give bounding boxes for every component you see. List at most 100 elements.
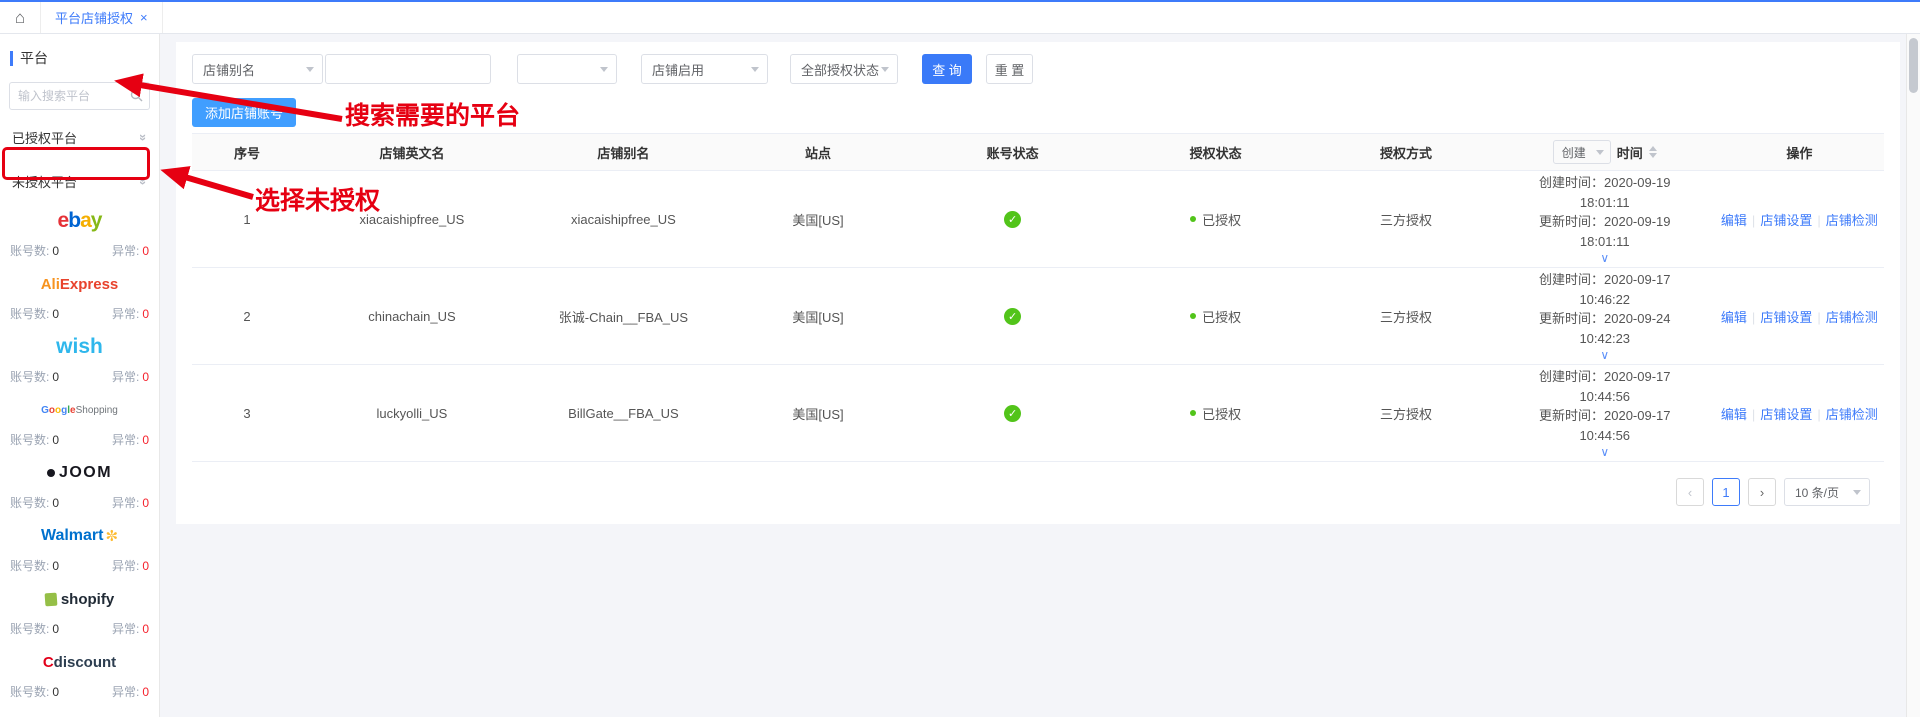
status-dot-icon bbox=[1190, 410, 1196, 416]
keyword-input[interactable] bbox=[325, 54, 491, 84]
expand-chevron-icon[interactable]: ∨ bbox=[1495, 348, 1715, 362]
cdiscount-logo: Cdiscount bbox=[0, 643, 159, 681]
store-table: 序号 店铺英文名 店铺别名 站点 账号状态 授权状态 授权方式 创建 时间 操作 bbox=[192, 133, 1884, 462]
platform-search-input[interactable] bbox=[9, 82, 150, 110]
platform-list: ebay 账号数:0 异常:0 AliExpress 账号数:0 异常:0 wi… bbox=[0, 202, 159, 717]
time-cell: 创建时间：2020-09-17 10:46:22 更新时间：2020-09-24… bbox=[1495, 270, 1715, 362]
tab-bar: ⌂ 平台店铺授权 × bbox=[0, 0, 1920, 34]
store-settings-link[interactable]: 店铺设置 bbox=[1760, 213, 1812, 228]
aliexpress-logo: AliExpress bbox=[0, 265, 159, 303]
prev-page-button[interactable]: ‹ bbox=[1676, 478, 1704, 506]
platform-stats: 账号数:0 异常:0 bbox=[0, 681, 159, 701]
table-header: 序号 店铺英文名 店铺别名 站点 账号状态 授权状态 授权方式 创建 时间 操作 bbox=[192, 133, 1884, 171]
tab-close-icon[interactable]: × bbox=[140, 10, 148, 25]
time-cell: 创建时间：2020-09-19 18:01:11 更新时间：2020-09-19… bbox=[1495, 173, 1715, 265]
accounts-count: 账号数:0 bbox=[10, 431, 59, 448]
row-actions: 编辑|店铺设置|店铺检测 bbox=[1715, 307, 1884, 326]
auth-type: 三方授权 bbox=[1317, 210, 1495, 229]
platform-stats: 账号数:0 异常:0 bbox=[0, 303, 159, 323]
errors-count: 异常:0 bbox=[112, 683, 149, 700]
joom-mark-icon bbox=[47, 469, 55, 477]
sort-icon[interactable] bbox=[1649, 146, 1657, 158]
store-settings-link[interactable]: 店铺设置 bbox=[1760, 407, 1812, 422]
accounts-count: 账号数:0 bbox=[10, 494, 59, 511]
add-store-account-button[interactable]: 添加店铺账号 bbox=[192, 98, 296, 127]
chevron-down-icon bbox=[1853, 490, 1861, 495]
next-page-button[interactable]: › bbox=[1748, 478, 1776, 506]
store-en-name: chinachain_US bbox=[302, 309, 522, 324]
platform-item-ebay[interactable]: ebay 账号数:0 异常:0 bbox=[0, 202, 159, 265]
unlabeled-select[interactable] bbox=[517, 54, 617, 84]
store-alias-select[interactable]: 店铺别名 bbox=[192, 54, 323, 84]
double-chevron-icon: » bbox=[136, 133, 151, 140]
sidebar-item-unauthorized-platforms[interactable]: 未授权平台 » bbox=[0, 164, 159, 198]
search-icon bbox=[130, 89, 143, 102]
auth-status-select[interactable]: 全部授权状态 bbox=[790, 54, 898, 84]
store-enabled-select[interactable]: 店铺启用 bbox=[641, 54, 768, 84]
table-row: 2 chinachain_US 张诚-Chain__FBA_US 美国[US] … bbox=[192, 268, 1884, 365]
row-actions: 编辑|店铺设置|店铺检测 bbox=[1715, 210, 1884, 229]
platform-item-joom[interactable]: JOOM 账号数:0 异常:0 bbox=[0, 454, 159, 517]
platform-item-walmart[interactable]: Walmart ✼ 账号数:0 异常:0 bbox=[0, 517, 159, 580]
ebay-logo: ebay bbox=[0, 202, 159, 240]
accounts-count: 账号数:0 bbox=[10, 557, 59, 574]
tab-platform-store-auth[interactable]: 平台店铺授权 × bbox=[40, 2, 163, 33]
walmart-logo: Walmart ✼ bbox=[0, 517, 159, 555]
time-type-select[interactable]: 创建 bbox=[1553, 140, 1611, 164]
expand-chevron-icon[interactable]: ∨ bbox=[1495, 251, 1715, 265]
chevron-down-icon bbox=[306, 67, 314, 72]
errors-count: 异常:0 bbox=[112, 557, 149, 574]
accounts-count: 账号数:0 bbox=[10, 242, 59, 259]
time-cell: 创建时间：2020-09-17 10:44:56 更新时间：2020-09-17… bbox=[1495, 367, 1715, 459]
platform-item-google-shopping[interactable]: Google Shopping 账号数:0 异常:0 bbox=[0, 391, 159, 454]
row-seq: 1 bbox=[192, 212, 302, 227]
accounts-count: 账号数:0 bbox=[10, 683, 59, 700]
accounts-count: 账号数:0 bbox=[10, 305, 59, 322]
chevron-down-icon bbox=[881, 67, 889, 72]
store-site: 美国[US] bbox=[725, 307, 911, 326]
main-area: 店铺别名 店铺启用 全部授权状态 查 询 重 置 添加店铺账号 序号 店铺英文名… bbox=[160, 34, 1906, 717]
check-circle-icon: ✓ bbox=[1004, 405, 1021, 422]
edit-link[interactable]: 编辑 bbox=[1721, 407, 1747, 422]
platform-sidebar: 平台 已授权平台 » 未授权平台 » ebay 账号数:0 异常:0 AliEx… bbox=[0, 34, 160, 717]
errors-count: 异常:0 bbox=[112, 431, 149, 448]
home-icon[interactable]: ⌂ bbox=[0, 2, 40, 33]
chevron-down-icon bbox=[600, 67, 608, 72]
platform-stats: 账号数:0 异常:0 bbox=[0, 555, 159, 575]
expand-chevron-icon[interactable]: ∨ bbox=[1495, 445, 1715, 459]
store-check-link[interactable]: 店铺检测 bbox=[1826, 213, 1878, 228]
status-dot-icon bbox=[1190, 313, 1196, 319]
page-number-button[interactable]: 1 bbox=[1712, 478, 1740, 506]
platform-item-dhgate[interactable]: DHgate 账号数:0 异常:0 bbox=[0, 706, 159, 717]
auth-type: 三方授权 bbox=[1317, 307, 1495, 326]
scrollbar-thumb[interactable] bbox=[1909, 38, 1918, 93]
sidebar-item-authorized-platforms[interactable]: 已授权平台 » bbox=[0, 120, 159, 154]
query-button[interactable]: 查 询 bbox=[922, 54, 972, 84]
edit-link[interactable]: 编辑 bbox=[1721, 213, 1747, 228]
store-check-link[interactable]: 店铺检测 bbox=[1826, 407, 1878, 422]
store-settings-link[interactable]: 店铺设置 bbox=[1760, 310, 1812, 325]
auth-status: 已授权 bbox=[1114, 210, 1317, 229]
store-check-link[interactable]: 店铺检测 bbox=[1826, 310, 1878, 325]
platform-item-wish[interactable]: wish 账号数:0 异常:0 bbox=[0, 328, 159, 391]
double-chevron-icon: » bbox=[136, 177, 151, 184]
vertical-scrollbar[interactable] bbox=[1906, 34, 1920, 717]
title-accent-bar bbox=[10, 51, 13, 66]
store-en-name: xiacaishipfree_US bbox=[302, 212, 522, 227]
walmart-spark-icon: ✼ bbox=[105, 527, 118, 545]
platform-item-cdiscount[interactable]: Cdiscount 账号数:0 异常:0 bbox=[0, 643, 159, 706]
reset-button[interactable]: 重 置 bbox=[986, 54, 1033, 84]
time-column-header: 创建 时间 bbox=[1495, 140, 1715, 164]
shopify-bag-icon bbox=[44, 592, 57, 606]
chevron-down-icon bbox=[1596, 150, 1604, 155]
platform-stats: 账号数:0 异常:0 bbox=[0, 492, 159, 512]
page-size-select[interactable]: 10 条/页 bbox=[1784, 478, 1870, 506]
filter-bar: 店铺别名 店铺启用 全部授权状态 查 询 重 置 bbox=[192, 54, 1884, 84]
errors-count: 异常:0 bbox=[112, 620, 149, 637]
table-row: 3 luckyolli_US BillGate__FBA_US 美国[US] ✓… bbox=[192, 365, 1884, 462]
platform-stats: 账号数:0 异常:0 bbox=[0, 618, 159, 638]
platform-item-aliexpress[interactable]: AliExpress 账号数:0 异常:0 bbox=[0, 265, 159, 328]
platform-item-shopify[interactable]: shopify 账号数:0 异常:0 bbox=[0, 580, 159, 643]
auth-status: 已授权 bbox=[1114, 307, 1317, 326]
edit-link[interactable]: 编辑 bbox=[1721, 310, 1747, 325]
